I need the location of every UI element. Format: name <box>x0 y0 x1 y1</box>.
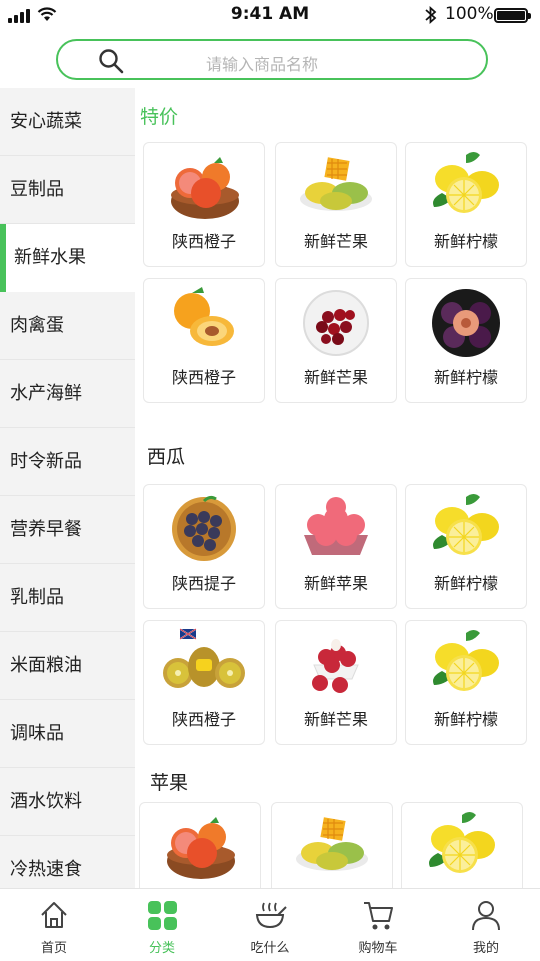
tab-home[interactable]: 首页 <box>0 889 108 961</box>
product-name: 陕西橙子 <box>171 232 236 251</box>
sidebar-item-label: 乳制品 <box>10 587 64 608</box>
product-name: 新鲜柠檬 <box>433 574 498 593</box>
mango-icon <box>296 817 368 871</box>
sidebar-item-label: 水产海鲜 <box>10 383 82 404</box>
sidebar-item-label: 米面粮油 <box>10 655 82 676</box>
apricot-icon <box>174 287 234 346</box>
cart-icon <box>364 902 393 930</box>
lychee-icon <box>312 639 359 693</box>
lemon-icon <box>433 152 499 213</box>
product-name: 新鲜柠檬 <box>433 232 498 251</box>
tab-label: 吃什么 <box>250 941 290 956</box>
product-name: 新鲜柠檬 <box>433 368 498 387</box>
grapefruit-bowl-icon <box>171 157 239 219</box>
sidebar-item-4[interactable]: 水产海鲜 <box>0 360 135 428</box>
sidebar-item-10[interactable]: 酒水饮料 <box>0 768 135 836</box>
product-name: 新鲜芒果 <box>303 232 368 251</box>
search-input[interactable]: 请输入商品名称 <box>206 51 318 75</box>
sidebar-item-label: 冷热速食 <box>10 859 82 880</box>
apple-basket-icon <box>304 497 368 555</box>
tab-cart[interactable]: 购物车 <box>324 889 432 961</box>
sidebar-item-5[interactable]: 时令新品 <box>0 428 135 496</box>
bluetooth-icon <box>425 5 437 25</box>
home-icon <box>41 902 67 928</box>
product-card[interactable]: 新鲜柠檬 <box>405 620 527 745</box>
product-name: 新鲜苹果 <box>303 574 368 593</box>
product-card[interactable]: 陕西提子 <box>143 484 265 609</box>
plum-icon <box>432 289 500 357</box>
product-name: 陕西橙子 <box>171 710 236 729</box>
sidebar-item-label: 肉禽蛋 <box>10 315 64 336</box>
category-grid-icon <box>148 901 177 930</box>
tab-bar: 首页 分类 吃什么 购物车 我的 <box>0 888 540 960</box>
product-name: 陕西提子 <box>171 574 236 593</box>
product-card[interactable]: 陕西橙子 <box>143 142 265 267</box>
status-bar: 9:41 AM 100% <box>0 0 540 30</box>
sidebar-item-8[interactable]: 米面粮油 <box>0 632 135 700</box>
lemon-icon <box>433 494 499 555</box>
product-list: 特价 陕西橙子 新鲜芒果 新鲜柠檬 陕西橙子 新鲜芒果 新鲜柠檬 西瓜 陕西提子 新鲜苹果 新鲜柠檬… <box>135 88 540 888</box>
tab-profile[interactable]: 我的 <box>432 889 540 961</box>
product-name: 陕西橙子 <box>171 368 236 387</box>
sidebar-item-9[interactable]: 调味品 <box>0 700 135 768</box>
tab-label: 我的 <box>472 941 499 956</box>
sidebar-item-label: 时令新品 <box>10 451 82 472</box>
food-bowl-icon <box>255 902 287 929</box>
product-card[interactable]: 新鲜芒果 <box>275 142 397 267</box>
section-title: 特价 <box>140 106 179 128</box>
product-card[interactable]: 新鲜苹果 <box>275 484 397 609</box>
tab-food-bowl[interactable]: 吃什么 <box>216 889 324 961</box>
product-card[interactable]: 新鲜芒果 <box>275 278 397 403</box>
product-name: 新鲜柠檬 <box>433 710 498 729</box>
tab-category-grid[interactable]: 分类 <box>108 889 216 961</box>
product-card[interactable]: 新鲜柠檬 <box>405 484 527 609</box>
product-name: 新鲜芒果 <box>303 710 368 729</box>
battery-icon <box>494 8 531 23</box>
sidebar-item-label: 营养早餐 <box>10 519 82 540</box>
sidebar-item-6[interactable]: 营养早餐 <box>0 496 135 564</box>
sidebar-item-0[interactable]: 安心蔬菜 <box>0 88 135 156</box>
search-bar[interactable]: 请输入商品名称 <box>56 39 488 80</box>
product-card[interactable] <box>139 802 261 888</box>
grape-basket-icon <box>172 495 236 561</box>
search-icon <box>99 49 124 74</box>
tab-label: 购物车 <box>358 941 398 956</box>
sidebar-item-label: 新鲜水果 <box>14 247 86 268</box>
sidebar-item-label: 调味品 <box>10 723 64 744</box>
product-card[interactable]: 新鲜柠檬 <box>405 278 527 403</box>
tab-label: 分类 <box>148 941 175 956</box>
grapefruit-bowl-icon <box>167 817 235 879</box>
product-name: 新鲜芒果 <box>303 368 368 387</box>
product-card[interactable] <box>271 802 393 888</box>
sidebar-item-11[interactable]: 冷热速食 <box>0 836 135 888</box>
kiwi-icon <box>163 628 245 688</box>
lemon-icon <box>429 812 495 873</box>
cherry-plate-icon <box>303 290 369 356</box>
sidebar-item-1[interactable]: 豆制品 <box>0 156 135 224</box>
category-sidebar: 安心蔬菜豆制品新鲜水果肉禽蛋水产海鲜时令新品营养早餐乳制品米面粮油调味品酒水饮料… <box>0 88 135 888</box>
mango-icon <box>300 157 372 211</box>
product-card[interactable] <box>401 802 523 888</box>
sidebar-item-label: 豆制品 <box>10 179 64 200</box>
lemon-icon <box>433 630 499 691</box>
sidebar-item-7[interactable]: 乳制品 <box>0 564 135 632</box>
sidebar-item-3[interactable]: 肉禽蛋 <box>0 292 135 360</box>
battery-percent: 100% <box>445 4 494 24</box>
sidebar-item-label: 酒水饮料 <box>10 791 82 812</box>
product-card[interactable]: 新鲜芒果 <box>275 620 397 745</box>
product-card[interactable]: 新鲜柠檬 <box>405 142 527 267</box>
section-title: 苹果 <box>150 772 189 794</box>
sidebar-item-2[interactable]: 新鲜水果 <box>0 224 135 292</box>
section-title: 西瓜 <box>147 446 186 468</box>
profile-icon <box>472 901 500 931</box>
product-card[interactable]: 陕西橙子 <box>143 278 265 403</box>
sidebar-item-label: 安心蔬菜 <box>10 111 82 132</box>
product-card[interactable]: 陕西橙子 <box>143 620 265 745</box>
tab-label: 首页 <box>40 941 67 956</box>
